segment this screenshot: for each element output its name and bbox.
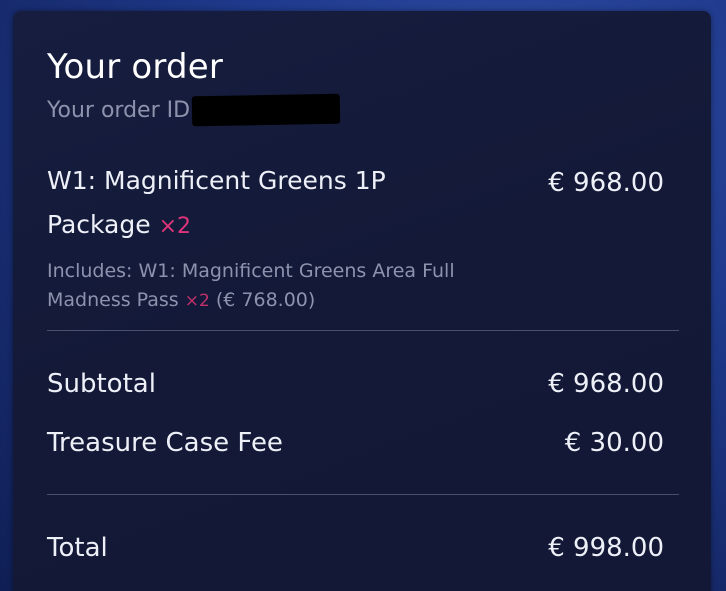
includes-price: (€ 768.00) xyxy=(215,289,316,311)
includes-quantity: ×2 xyxy=(184,291,210,311)
line-item-title: W1: Magnificent Greens 1P Package xyxy=(47,166,386,239)
line-item-price: € 968.00 xyxy=(548,168,664,198)
divider xyxy=(47,330,679,331)
fee-value: € 30.00 xyxy=(564,428,664,458)
line-item-quantity: ×2 xyxy=(158,214,192,239)
order-title: Your order xyxy=(47,47,224,87)
fee-label: Treasure Case Fee xyxy=(47,428,283,458)
subtotal-value: € 968.00 xyxy=(548,369,664,399)
divider xyxy=(47,494,679,495)
order-id-redaction xyxy=(191,93,341,127)
order-id-label: Your order ID xyxy=(47,97,191,123)
order-id-row: Your order ID xyxy=(47,93,341,127)
subtotal-label: Subtotal xyxy=(47,369,156,399)
line-item-name: W1: Magnificent Greens 1P Package ×2 xyxy=(47,159,427,249)
line-item-includes: Includes: W1: Magnificent Greens Area Fu… xyxy=(47,257,467,316)
order-summary-panel: Your order Your order ID W1: Magnificent… xyxy=(13,11,711,591)
total-value: € 998.00 xyxy=(548,533,664,563)
total-label: Total xyxy=(47,533,108,563)
